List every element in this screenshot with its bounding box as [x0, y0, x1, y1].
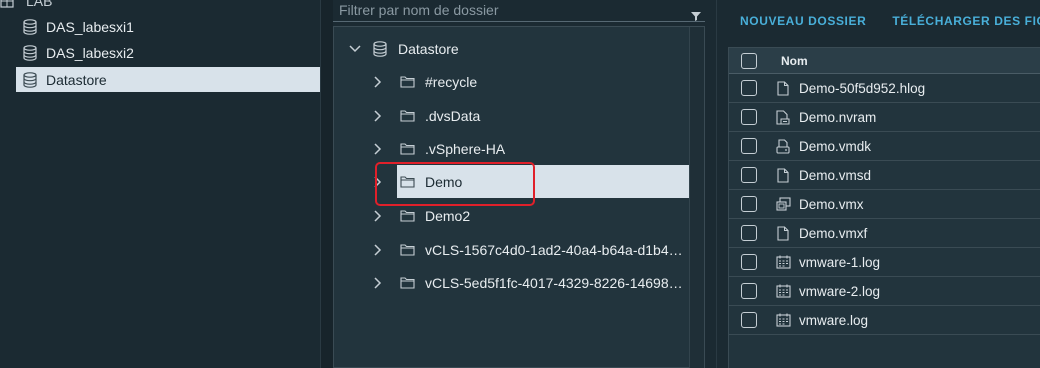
row-checkbox[interactable]	[741, 109, 757, 125]
tree-folder-label: Demo2	[425, 207, 471, 224]
tree-folder-label: .vSphere-HA	[425, 140, 506, 157]
chevron-right-icon[interactable]	[371, 109, 385, 123]
file-row[interactable]: Demo-50f5d952.hlog	[729, 74, 1040, 103]
folder-icon	[399, 141, 415, 157]
chevron-down-icon[interactable]	[348, 42, 362, 56]
filter-icon[interactable]	[691, 8, 701, 26]
folder-filter-input[interactable]	[333, 0, 673, 20]
file-name: Demo-50f5d952.hlog	[799, 80, 926, 96]
folder-filter	[333, 0, 705, 22]
chevron-right-icon[interactable]	[371, 209, 385, 223]
file-row[interactable]: Demo.vmx	[729, 190, 1040, 219]
column-header-name[interactable]: Nom	[781, 54, 808, 68]
file-name: Demo.nvram	[799, 109, 877, 125]
tree-folder-recycle[interactable]: #recycle	[371, 65, 690, 98]
row-checkbox[interactable]	[741, 138, 757, 154]
datastore-icon	[22, 44, 38, 61]
upload-files-button[interactable]: TÉLÉCHARGER DES FICHI	[892, 14, 1040, 32]
folder-icon	[399, 108, 415, 124]
log-file-icon	[775, 312, 791, 328]
row-checkbox[interactable]	[741, 196, 757, 212]
inventory-item-label: LAB	[26, 0, 53, 9]
tree-scrollbar[interactable]	[689, 27, 704, 368]
grid-header: Nom	[729, 48, 1040, 74]
log-file-icon	[775, 283, 791, 299]
row-checkbox[interactable]	[741, 254, 757, 270]
file-row[interactable]: Demo.vmsd	[729, 161, 1040, 190]
folder-icon	[399, 275, 415, 291]
inventory-item-label: DAS_labesxi2	[46, 44, 134, 61]
folder-tree: Datastore #recycle .dvsData .vSphere-HA …	[333, 26, 705, 368]
row-checkbox[interactable]	[741, 80, 757, 96]
nvram-file-icon	[775, 109, 791, 125]
datastore-icon	[22, 18, 38, 35]
tree-folder-vcls-2[interactable]: vCLS-5ed5f1fc-4017-4329-8226-146988d...	[371, 266, 690, 299]
chevron-right-icon[interactable]	[371, 75, 385, 89]
file-row[interactable]: Demo.vmxf	[729, 219, 1040, 248]
row-checkbox[interactable]	[741, 167, 757, 183]
panel-splitter[interactable]	[320, 0, 333, 368]
tree-folder-vsphere-ha[interactable]: .vSphere-HA	[371, 132, 690, 165]
file-name: vmware.log	[799, 312, 869, 328]
datacenter-icon	[0, 0, 14, 8]
file-icon	[775, 225, 791, 241]
vm-config-icon	[775, 196, 791, 212]
folder-icon	[399, 208, 415, 224]
tree-node-label: Datastore	[398, 40, 459, 57]
tree-folder-label: vCLS-5ed5f1fc-4017-4329-8226-146988d...	[425, 274, 687, 291]
file-row[interactable]: vmware.log	[729, 306, 1040, 335]
datastore-icon	[372, 40, 388, 57]
file-icon	[775, 80, 791, 96]
row-checkbox[interactable]	[741, 283, 757, 299]
folder-icon	[399, 74, 415, 90]
file-name: Demo.vmx	[799, 196, 864, 212]
inventory-item-das-labesxi2[interactable]: DAS_labesxi2	[16, 40, 320, 65]
log-file-icon	[775, 254, 791, 270]
row-checkbox[interactable]	[741, 312, 757, 328]
folder-icon	[399, 242, 415, 258]
chevron-right-icon[interactable]	[371, 243, 385, 257]
file-row[interactable]: Demo.nvram	[729, 103, 1040, 132]
tree-folder-vcls-1[interactable]: vCLS-1567c4d0-1ad2-40a4-b64a-d1b4aa...	[371, 233, 690, 266]
inventory-item-lab[interactable]: LAB	[0, 0, 52, 10]
file-row[interactable]: vmware-1.log	[729, 248, 1040, 277]
inventory-panel: LAB DAS_labesxi1 DAS_labesxi2 Datastore	[0, 0, 320, 368]
select-all-checkbox[interactable]	[741, 52, 757, 69]
file-name: Demo.vmsd	[799, 167, 872, 183]
panel-splitter[interactable]	[705, 0, 717, 368]
tree-folder-dvsdata[interactable]: .dvsData	[371, 99, 690, 132]
tree-node-datastore[interactable]: Datastore	[348, 32, 459, 65]
row-checkbox[interactable]	[741, 225, 757, 241]
new-folder-button[interactable]: NOUVEAU DOSSIER	[740, 14, 866, 32]
file-row[interactable]: vmware-2.log	[729, 277, 1040, 306]
file-row[interactable]: Demo.vmdk	[729, 132, 1040, 161]
file-grid: Nom Demo-50f5d952.hlog Demo.nvram Demo.v…	[728, 47, 1040, 368]
chevron-right-icon[interactable]	[371, 142, 385, 156]
tree-folder-label: vCLS-1567c4d0-1ad2-40a4-b64a-d1b4aa...	[425, 241, 687, 258]
inventory-item-das-labesxi1[interactable]: DAS_labesxi1	[16, 14, 320, 39]
disk-file-icon	[775, 138, 791, 154]
file-name: Demo.vmdk	[799, 138, 872, 154]
annotation-highlight-box	[375, 162, 535, 206]
file-name: vmware-1.log	[799, 254, 881, 270]
datastore-browser: LAB DAS_labesxi1 DAS_labesxi2 Datastore	[0, 0, 1040, 368]
inventory-item-label: Datastore	[46, 71, 107, 88]
inventory-item-label: DAS_labesxi1	[46, 18, 134, 35]
tree-folder-label: .dvsData	[425, 107, 481, 124]
file-name: vmware-2.log	[799, 283, 881, 299]
tree-folder-label: #recycle	[425, 73, 478, 90]
file-actions-bar: NOUVEAU DOSSIER TÉLÉCHARGER DES FICHI	[740, 14, 1040, 32]
chevron-right-icon[interactable]	[371, 276, 385, 290]
file-icon	[775, 167, 791, 183]
datastore-icon	[22, 71, 38, 88]
inventory-item-datastore[interactable]: Datastore	[16, 67, 320, 92]
file-name: Demo.vmxf	[799, 225, 868, 241]
